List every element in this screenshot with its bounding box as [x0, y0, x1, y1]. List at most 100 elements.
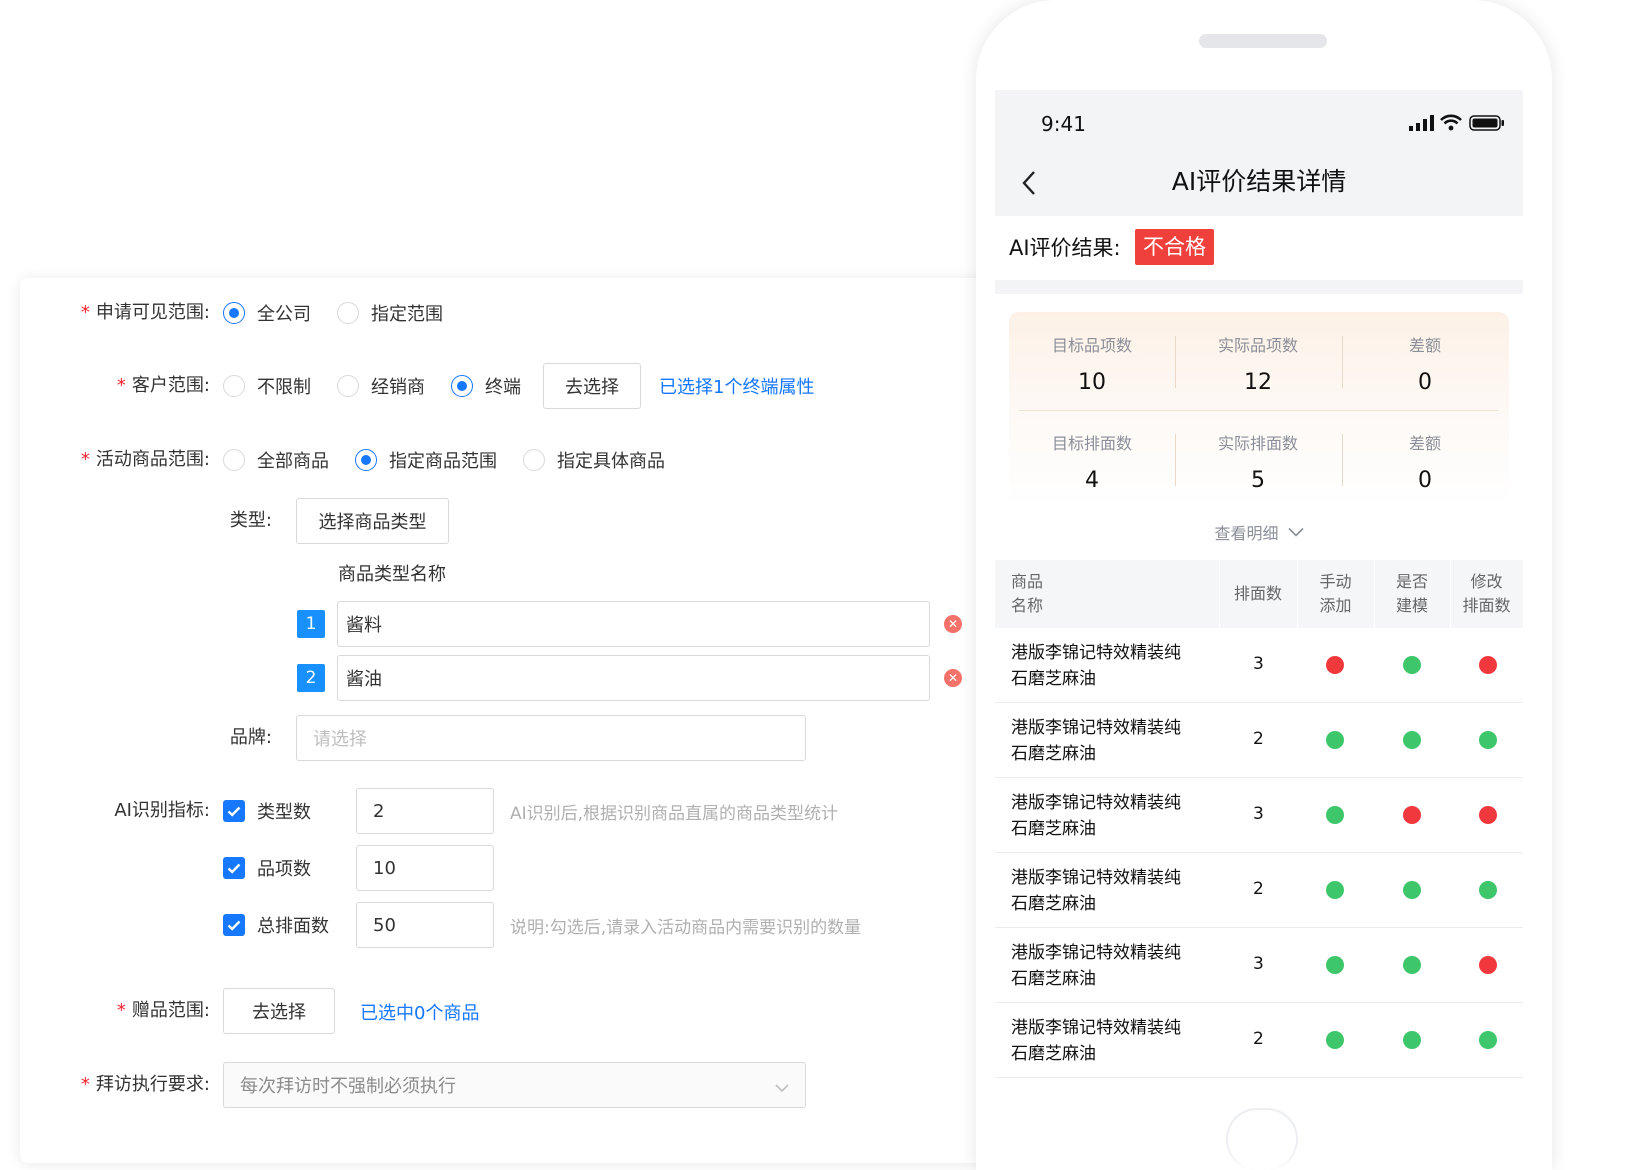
type-item-input[interactable]: 酱料	[337, 601, 930, 647]
status-dot-red	[1326, 656, 1344, 674]
customer-selected-link[interactable]: 已选择1个终端属性	[659, 373, 814, 399]
status-dot-green	[1479, 881, 1497, 899]
radio-unselected-icon[interactable]	[523, 449, 545, 471]
table-row[interactable]: 港版李锦记特效精装纯 石磨芝麻油 2	[995, 703, 1523, 778]
status-dot-green	[1326, 731, 1344, 749]
stats-card: 目标品项数 10 实际品项数 12 差额 0 目标排面数 4 实际排面数 5 差额 0	[1009, 312, 1509, 508]
facings-count: 3	[1253, 654, 1264, 674]
status-dot-red	[1479, 806, 1497, 824]
divider	[1342, 434, 1343, 486]
visible-scope-label: * 申请可见范围:	[80, 302, 210, 323]
facings-count: 2	[1253, 1029, 1264, 1049]
product-name: 港版李锦记特效精装纯 石磨芝麻油	[1011, 718, 1181, 764]
type-index-badge: 1	[297, 610, 325, 638]
customer-select-button[interactable]: 去选择	[543, 363, 641, 409]
checkbox-checked-icon[interactable]	[223, 800, 245, 822]
radio-all-company[interactable]: 全公司	[223, 300, 311, 326]
radio-terminal[interactable]: 终端	[451, 373, 521, 399]
status-dot-red	[1479, 656, 1497, 674]
phone-speaker	[1199, 34, 1327, 48]
column-header-modified: 修改 排面数	[1462, 572, 1511, 615]
divider	[1175, 336, 1176, 388]
metric-label: 类型数	[257, 802, 311, 823]
table-row[interactable]: 港版李锦记特效精装纯 石磨芝麻油 2	[995, 853, 1523, 928]
table-row[interactable]: 港版李锦记特效精装纯 石磨芝麻油 3	[995, 778, 1523, 853]
radio-selected-icon[interactable]	[355, 449, 377, 471]
table-row[interactable]: 港版李锦记特效精装纯 石磨芝麻油 2	[995, 1003, 1523, 1078]
radio-unselected-icon[interactable]	[337, 375, 359, 397]
facings-count: 3	[1253, 954, 1264, 974]
visit-requirement-label: * 拜访执行要求:	[80, 1074, 210, 1095]
radio-dealer[interactable]: 经销商	[337, 373, 425, 399]
customer-scope-label: * 客户范围:	[116, 375, 210, 396]
status-dot-green	[1479, 731, 1497, 749]
metric-row-type-count: 类型数 2 AI识别后,根据识别商品直属的商品类型统计	[223, 788, 838, 834]
stat-target-facings: 目标排面数 4	[1051, 434, 1132, 493]
product-name: 港版李锦记特效精装纯 石磨芝麻油	[1011, 793, 1181, 839]
activity-form-card: * 申请可见范围: 全公司 指定范围 * 客户范围: 不限制 经销商 终端 去选择 …	[20, 278, 1020, 1163]
gift-select-button[interactable]: 去选择	[223, 988, 335, 1034]
select-product-type-button[interactable]: 选择商品类型	[296, 498, 449, 544]
gift-scope-label: * 赠品范围:	[116, 1000, 210, 1021]
battery-icon	[1469, 115, 1505, 135]
status-time: 9:41	[1041, 112, 1086, 136]
ai-result-label: AI评价结果:	[1009, 236, 1121, 260]
view-details-toggle[interactable]: 查看明细	[995, 520, 1523, 544]
status-dot-green	[1326, 956, 1344, 974]
stat-items-diff: 差额 0	[1408, 336, 1441, 395]
metric-row-facing-count: 总排面数 50 说明:勾选后,请录入活动商品内需要识别的数量	[223, 902, 861, 948]
radio-selected-icon[interactable]	[223, 302, 245, 324]
metric-input[interactable]: 10	[356, 845, 494, 891]
radio-unselected-icon[interactable]	[337, 302, 359, 324]
customer-scope-options: 不限制 经销商 终端 去选择 已选择1个终端属性	[223, 363, 814, 409]
radio-unselected-icon[interactable]	[223, 449, 245, 471]
metric-input[interactable]: 50	[356, 902, 494, 948]
metric-hint: 说明:勾选后,请录入活动商品内需要识别的数量	[510, 917, 862, 938]
status-dot-green	[1326, 806, 1344, 824]
product-name: 港版李锦记特效精装纯 石磨芝麻油	[1011, 868, 1181, 914]
stat-actual-items: 实际品项数 12	[1217, 336, 1298, 395]
type-column-header: 商品类型名称	[338, 564, 446, 585]
radio-all-products[interactable]: 全部商品	[223, 447, 329, 473]
visible-scope-options: 全公司 指定范围	[223, 298, 469, 328]
status-dot-green	[1403, 656, 1421, 674]
brand-label: 品牌:	[229, 727, 272, 748]
metric-row-item-count: 品项数 10	[223, 845, 494, 891]
facings-count: 2	[1253, 729, 1264, 749]
checkbox-checked-icon[interactable]	[223, 857, 245, 879]
facings-count: 2	[1253, 879, 1264, 899]
divider	[1019, 410, 1499, 411]
brand-select[interactable]: 请选择	[296, 715, 806, 761]
metric-input[interactable]: 2	[356, 788, 494, 834]
visit-requirement-select[interactable]: 每次拜访时不强制必须执行	[223, 1062, 806, 1108]
radio-specified-scope[interactable]: 指定范围	[337, 300, 443, 326]
radio-specific-products[interactable]: 指定具体商品	[523, 447, 665, 473]
status-dot-red	[1403, 806, 1421, 824]
column-header-manual: 手动 添加	[1319, 572, 1352, 615]
status-dot-green	[1326, 881, 1344, 899]
signal-icon	[1409, 115, 1435, 135]
table-row[interactable]: 港版李锦记特效精装纯 石磨芝麻油 3	[995, 928, 1523, 1003]
stat-facings-diff: 差额 0	[1408, 434, 1441, 493]
gift-selected-link[interactable]: 已选中0个商品	[360, 999, 479, 1025]
table-row[interactable]: 港版李锦记特效精装纯 石磨芝麻油 3	[995, 628, 1523, 703]
fail-status-badge: 不合格	[1135, 229, 1214, 265]
radio-unselected-icon[interactable]	[223, 375, 245, 397]
radio-specified-product-range[interactable]: 指定商品范围	[355, 447, 497, 473]
checkbox-checked-icon[interactable]	[223, 914, 245, 936]
phone-screen: 9:41 AI评价结果详情 AI评价结果: 不合格 目标品项数 10 实际品项数 1…	[995, 90, 1523, 1086]
status-dot-green	[1403, 731, 1421, 749]
stat-target-items: 目标品项数 10	[1051, 336, 1132, 395]
metric-label: 总排面数	[257, 916, 329, 937]
metric-hint: AI识别后,根据识别商品直属的商品类型统计	[510, 803, 839, 824]
type-item-input[interactable]: 酱油	[337, 655, 930, 701]
close-icon[interactable]: ✕	[944, 615, 962, 633]
home-button[interactable]	[1226, 1108, 1298, 1170]
radio-selected-icon[interactable]	[451, 375, 473, 397]
status-dot-green	[1403, 956, 1421, 974]
product-name: 港版李锦记特效精装纯 石磨芝麻油	[1011, 643, 1181, 689]
product-name: 港版李锦记特效精装纯 石磨芝麻油	[1011, 1018, 1181, 1064]
close-icon[interactable]: ✕	[944, 669, 962, 687]
status-dot-green	[1403, 881, 1421, 899]
radio-unlimited[interactable]: 不限制	[223, 373, 311, 399]
